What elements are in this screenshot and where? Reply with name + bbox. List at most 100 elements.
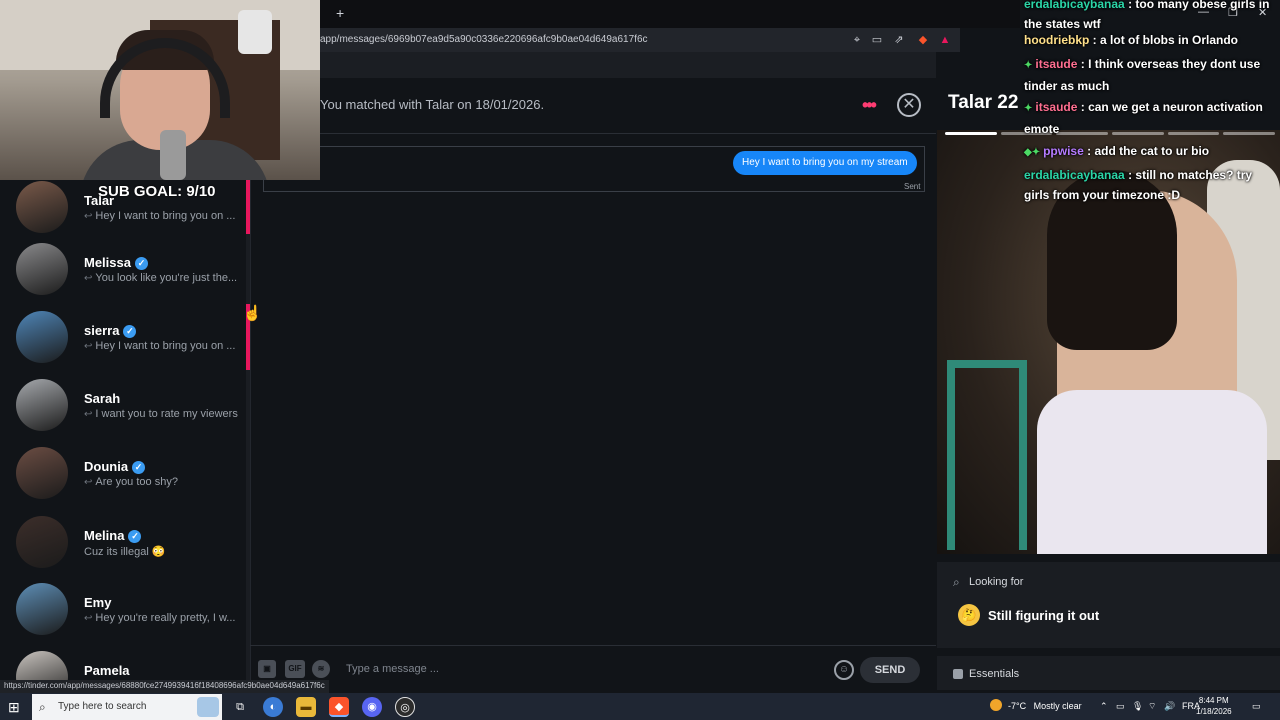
match-preview-text: Cuz its illegal 😳 — [84, 546, 166, 558]
match-preview: ↩ Hey I want to bring you on ... — [84, 340, 240, 352]
mic-tray-icon[interactable]: 🎙 — [1132, 701, 1143, 712]
volume-icon[interactable]: 🔊 — [1164, 701, 1175, 712]
match-name-text: Melissa — [84, 255, 131, 270]
looking-for-title: Looking for — [969, 576, 1024, 588]
avatar — [16, 447, 68, 499]
reply-icon: ↩ — [84, 613, 93, 624]
taskbar-search-placeholder: Type here to search — [58, 701, 147, 712]
network-icon[interactable]: ▭ — [1116, 701, 1125, 712]
more-options-button[interactable]: ••• — [862, 95, 877, 116]
copilot-icon[interactable]: ◐ — [263, 697, 283, 717]
match-name: Dounia ✓ — [84, 459, 146, 474]
clock-date: 1/18/2026 — [1196, 707, 1232, 716]
status-bar-url: https://tinder.com/app/messages/68880fce… — [0, 680, 329, 693]
notification-icon[interactable]: ▭ — [1252, 701, 1261, 712]
match-name-text: Dounia — [84, 459, 129, 474]
match-item-emy[interactable]: Emy ↩ Hey you're really pretty, I w... — [0, 583, 246, 651]
chat-username: hoodriebkp — [1024, 33, 1090, 47]
match-name-text: Sarah — [84, 391, 121, 406]
close-chat-button[interactable]: ✕ — [897, 93, 921, 117]
essentials-title: Essentials — [969, 668, 1020, 680]
location-icon[interactable]: ⌖ — [850, 33, 864, 47]
task-view-icon[interactable]: ⧉ — [230, 697, 250, 717]
chat-message: ✦ itsaude : I think overseas they dont us… — [1024, 54, 1280, 96]
match-name: Emy — [84, 595, 111, 610]
chat-badge-icon: ◆✦ — [1024, 147, 1041, 158]
message-input[interactable] — [346, 658, 826, 680]
image-upload-icon[interactable]: ▣ — [258, 660, 276, 678]
chat-message: erdalabicaybanaa : still no matches? try… — [1024, 165, 1280, 205]
active-indicator — [246, 180, 250, 234]
taskbar-search[interactable]: ⌕ Type here to search — [32, 694, 222, 720]
clock[interactable]: 8:44 PM 1/18/2026 — [1196, 695, 1232, 717]
avatar — [16, 583, 68, 635]
avatar — [16, 379, 68, 431]
chat-username: erdalabicaybanaa — [1024, 0, 1125, 11]
verified-icon: ✓ — [123, 325, 137, 338]
match-item-melissa[interactable]: Melissa ✓ ↩ You look like you're just the..… — [0, 243, 246, 311]
reply-icon: ↩ — [84, 211, 93, 222]
match-item-sierra[interactable]: sierra ✓ ↩ Hey I want to bring you on ... — [0, 311, 246, 379]
match-name: Sarah — [84, 391, 120, 406]
brave-shield-icon[interactable]: ◆ — [916, 33, 930, 47]
avatar — [16, 243, 68, 295]
message-status: Sent — [904, 182, 921, 191]
match-name-text: Melina — [84, 528, 125, 543]
cast-icon[interactable]: ▭ — [870, 33, 884, 47]
match-name: Melina ✓ — [84, 528, 142, 543]
chat-message: erdalabicaybanaa : too many obese girls … — [1024, 0, 1280, 34]
match-preview-text: Hey I want to bring you on ... — [95, 340, 236, 352]
message-bubble[interactable]: Hey I want to bring you on my stream — [733, 151, 917, 175]
chat-separator: : — [1077, 57, 1089, 71]
discord-icon[interactable]: ◉ — [362, 697, 382, 717]
webcam-overlay — [0, 0, 320, 180]
address-bar[interactable]: app/messages/6969b07ea9d5a90c0336e220696… — [320, 28, 960, 52]
reply-icon: ↩ — [84, 477, 93, 488]
chevron-up-icon[interactable]: ⌃ — [1100, 701, 1108, 712]
microphone-icon — [160, 130, 186, 180]
send-button[interactable]: SEND — [860, 657, 920, 683]
chat-text: a lot of blobs in Orlando — [1100, 33, 1239, 47]
match-name: Pamela — [84, 663, 130, 678]
url-text[interactable]: app/messages/6969b07ea9d5a90c0336e220696… — [320, 34, 648, 45]
essentials-icon — [953, 669, 963, 679]
spotify-icon[interactable]: ≋ — [312, 660, 330, 678]
weather-widget[interactable]: -7°C Mostly clear — [990, 699, 1082, 711]
new-tab-button[interactable]: + — [336, 5, 344, 21]
match-info-text: You matched with Talar on 18/01/2026. — [320, 97, 545, 112]
chat-username: erdalabicaybanaa — [1024, 168, 1125, 182]
search-icon: ⌕ — [39, 700, 46, 714]
scrollbar-track[interactable] — [246, 180, 250, 680]
sub-goal-overlay: SUB GOAL: 9/10 — [98, 183, 216, 200]
chat-message: ◆✦ ppwise : add the cat to ur bio — [1024, 141, 1280, 163]
chat-separator: : — [1124, 0, 1136, 11]
photo-progress-bar[interactable] — [945, 132, 997, 135]
file-explorer-icon[interactable]: ▬ — [296, 697, 316, 717]
chat-message: ✦ itsaude : can we get a neuron activatio… — [1024, 97, 1280, 139]
looking-for-value: Still figuring it out — [988, 608, 1100, 623]
brave-browser-icon[interactable]: ◆ — [329, 697, 349, 717]
match-preview-text: I want you to rate my viewers — [95, 408, 238, 420]
match-item-melina[interactable]: Melina ✓ Cuz its illegal 😳 — [0, 516, 246, 584]
thinking-face-icon: 🤔 — [958, 604, 980, 626]
webcam-jar — [238, 10, 272, 54]
match-preview: ↩ Hey I want to bring you on ... — [84, 210, 240, 222]
match-name: Melissa ✓ — [84, 255, 148, 270]
match-preview: ↩ Are you too shy? — [84, 476, 240, 488]
tab-bar: + — [320, 0, 1020, 28]
chat-text: add the cat to ur bio — [1094, 144, 1210, 158]
chat-badge-icon: ✦ — [1024, 60, 1033, 71]
match-item-sarah[interactable]: Sarah ↩ I want you to rate my viewers — [0, 379, 246, 447]
match-name-text: sierra — [84, 323, 120, 338]
emoji-icon[interactable]: ☺ — [834, 660, 854, 680]
obs-icon[interactable]: ◎ — [395, 697, 415, 717]
match-item-dounia[interactable]: Dounia ✓ ↩ Are you too shy? — [0, 447, 246, 515]
windows-start-icon[interactable]: ⊞ — [8, 699, 20, 716]
share-icon[interactable]: ⇗ — [892, 33, 906, 47]
match-name-text: Emy — [84, 595, 112, 610]
gif-button[interactable]: GIF — [285, 660, 305, 678]
reply-icon: ↩ — [84, 341, 93, 352]
brave-rewards-icon[interactable]: ▲ — [938, 33, 952, 47]
wifi-icon[interactable]: ⌔ — [1148, 701, 1156, 712]
profile-name: Talar 22 — [948, 92, 1019, 113]
